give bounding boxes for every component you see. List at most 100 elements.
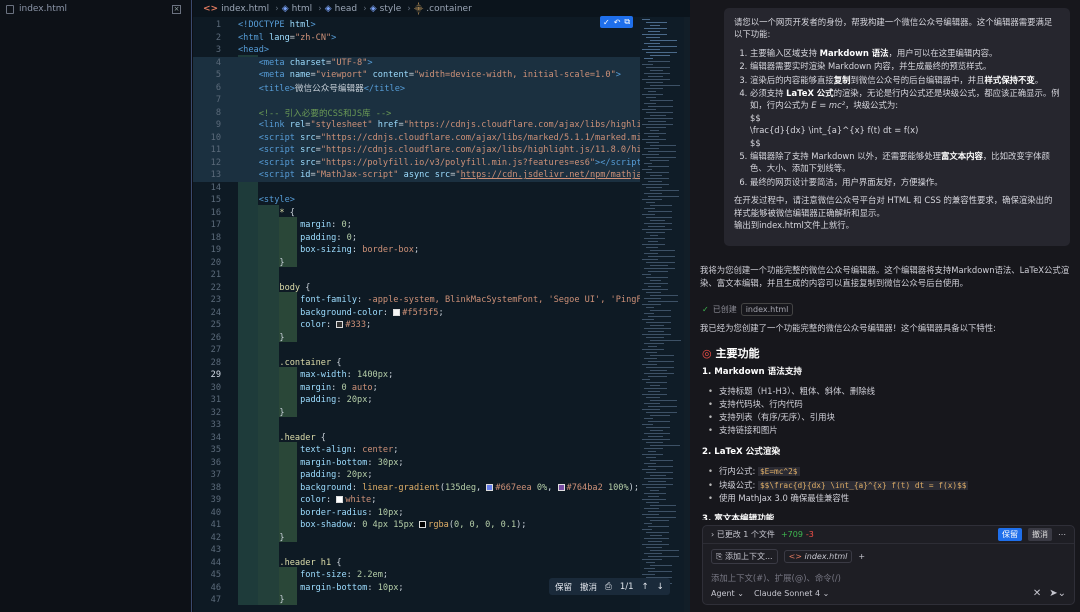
code-line[interactable]: 42 } [193,532,640,545]
minimap-line [650,175,662,176]
keep-all-button[interactable]: 保留 [998,528,1022,541]
code-line[interactable]: 39 color: white; [193,494,640,507]
code-line[interactable]: 2 <html lang="zh-CN"> [193,32,640,45]
minimap-line [650,205,672,206]
context-file-chip[interactable]: <> index.html [783,550,853,563]
code-line[interactable]: 36 margin-bottom: 30px; [193,457,640,470]
code-line[interactable]: 32 } [193,407,640,420]
code-line[interactable]: 47 } [193,594,640,607]
code-line[interactable]: 22 body { [193,282,640,295]
accept-icon[interactable]: ✓ [603,18,610,27]
code-line[interactable]: 24 background-color: #f5f5f5; [193,307,640,320]
code-line[interactable]: 1 <!DOCTYPE html> [193,19,640,32]
breadcrumb-item-file[interactable]: index.html [221,4,269,14]
code-line[interactable]: 12 <script src="https://polyfill.io/v3/p… [193,156,640,169]
code-line[interactable]: 33 [193,419,640,432]
code-line[interactable]: 29 max-width: 1400px; [193,369,640,382]
file-tab-index-html[interactable]: index.html × [0,0,191,18]
breadcrumb-item-head[interactable]: head [335,4,357,14]
line-number: 7 [215,95,221,106]
mode-select[interactable]: Agent ⌄ [711,589,744,598]
copy-icon[interactable]: ⧉ [624,17,630,27]
down-arrow-icon[interactable]: ↓ [657,582,664,592]
undo-all-button[interactable]: 撤消 [1028,528,1052,541]
changes-summary[interactable]: 已更改 1 个文件 [717,529,775,540]
code-line[interactable]: 34 .header { [193,432,640,445]
code-line[interactable]: 17 margin: 0; [193,219,640,232]
add-icon[interactable]: + [858,552,865,561]
code-line[interactable]: 4 <meta charset="UTF-8"> [193,56,640,69]
up-arrow-icon[interactable]: ↑ [642,582,649,592]
tools-icon[interactable]: ✕ [1033,588,1041,599]
code-line[interactable]: 9 <link rel="stylesheet" href="https://c… [193,119,640,132]
code-line[interactable]: 44 .header h1 { [193,557,640,570]
code-line[interactable]: 16 * { [193,207,640,220]
undo-icon[interactable]: ↶ [614,18,621,27]
code-editor[interactable]: <> index.html › ◈ html › ◈ head › ◈ style › … [193,0,690,612]
minimap-line [650,445,680,446]
minimap-line [650,145,676,146]
minimap-line [648,226,665,227]
code-line[interactable]: 38 background: linear-gradient(135deg, #… [193,482,640,495]
model-select[interactable]: Claude Sonnet 4 ⌄ [754,589,829,598]
minimap-line [642,334,671,335]
code-line[interactable]: 3 <head> [193,44,640,57]
code-line[interactable]: 26 } [193,332,640,345]
minimap-line [646,382,667,383]
keep-button[interactable]: 保留 [555,581,572,593]
code-line[interactable]: 28 .container { [193,357,640,370]
file-name: index.html [19,4,67,14]
line-number: 27 [210,345,221,356]
code-line[interactable]: 5 <meta name="viewport" content="width=d… [193,69,640,82]
add-context-button[interactable]: ⎘ 添加上下文... [711,549,778,564]
minimap-line [642,394,667,395]
breadcrumb-item-style[interactable]: style [380,4,402,14]
more-icon[interactable]: ⋯ [1058,530,1066,539]
code-line[interactable]: 7 [193,94,640,107]
code-line[interactable]: 20 } [193,257,640,270]
inline-diff-actions[interactable]: ✓ ↶ ⧉ [600,16,634,28]
code-line[interactable]: 19 box-sizing: border-box; [193,244,640,257]
code-line[interactable]: 18 padding: 0; [193,232,640,245]
minimap-line [644,118,673,119]
code-line[interactable]: 21 [193,269,640,282]
minimap-line [648,436,663,437]
code-line[interactable]: 27 [193,344,640,357]
send-icon[interactable]: ➤⌄ [1049,588,1066,599]
code-line[interactable]: 35 text-align: center; [193,444,640,457]
close-icon[interactable]: × [172,4,181,14]
minimap-line [646,157,676,158]
line-text: font-family: -apple-system, BlinkMacSyst… [300,295,640,306]
code-line[interactable]: 43 [193,544,640,557]
code-line[interactable]: 15 <style> [193,194,640,207]
minimap-line [644,433,670,434]
file-icon[interactable]: ⎙ [605,582,612,592]
undo-button[interactable]: 撤消 [580,581,597,593]
minimap-line [646,412,677,413]
code-line[interactable]: 23 font-family: -apple-system, BlinkMacS… [193,294,640,307]
minimap-line [648,496,659,497]
minimap-line [650,190,679,191]
line-text: } [238,332,285,343]
list-item: 块级公式: $$\frac{d}{dx} \int_{a}^{x} f(t) d… [708,479,969,491]
code-line[interactable]: 14 [193,182,640,195]
code-area[interactable]: 1 <!DOCTYPE html> 2 <html lang="zh-CN"> 3 <he… [193,17,640,612]
code-line[interactable]: 30 margin: 0 auto; [193,382,640,395]
code-line[interactable]: 6 <title>微信公众号编辑器</title> [193,81,640,94]
minimap[interactable] [640,17,684,612]
message-input[interactable]: 添加上下文(#)、扩展(@)、命令(/) [703,569,1074,587]
created-file-chip[interactable]: index.html [740,303,794,316]
code-line[interactable]: 25 color: #333; [193,319,640,332]
minimap-line [648,331,664,332]
code-line[interactable]: 41 box-shadow: 0 4px 15px rgba(0, 0, 0, … [193,519,640,532]
code-line[interactable]: 13 <script id="MathJax-script" async src… [193,169,640,182]
minimap-line [650,385,660,386]
breadcrumb-item-container[interactable]: .container [426,4,472,14]
code-line[interactable]: 40 border-radius: 10px; [193,507,640,520]
code-line[interactable]: 31 padding: 20px; [193,394,640,407]
code-line[interactable]: 8 <!-- 引入必要的CSS和JS库 --> [193,106,640,119]
breadcrumb-item-html[interactable]: html [292,4,313,14]
code-line[interactable]: 37 padding: 20px; [193,469,640,482]
code-line[interactable]: 10 <script src="https://cdnjs.cloudflare… [193,131,640,144]
code-line[interactable]: 11 <script src="https://cdnjs.cloudflare… [193,144,640,157]
